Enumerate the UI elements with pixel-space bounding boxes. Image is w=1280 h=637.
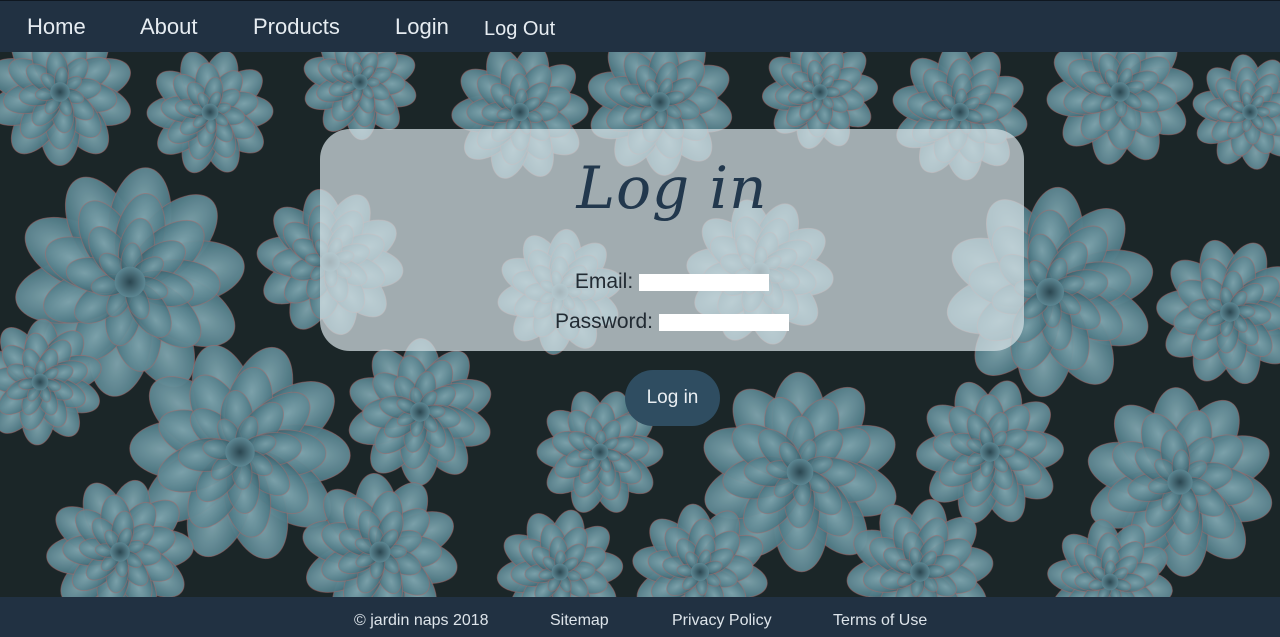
login-card: Log in Email: Password: [320,129,1024,351]
nav-about-link[interactable]: About [140,14,198,40]
footer-privacy-link[interactable]: Privacy Policy [672,611,772,631]
nav-products-link[interactable]: Products [253,14,340,40]
footer-terms-link[interactable]: Terms of Use [833,611,927,631]
password-field[interactable] [659,313,790,331]
login-submit-button[interactable]: Log in [625,370,720,426]
nav-login-link[interactable]: Login [395,14,449,40]
footer: © jardin naps 2018 Sitemap Privacy Polic… [0,597,1280,637]
nav-logout-link[interactable]: Log Out [484,16,555,42]
password-row: Password: [320,309,1024,335]
footer-sitemap-link[interactable]: Sitemap [550,611,609,631]
email-row: Email: [320,269,1024,295]
email-label: Email: [574,270,634,294]
footer-copyright: © jardin naps 2018 [354,612,489,629]
password-label: Password: [554,310,654,334]
email-field[interactable] [639,273,770,291]
login-title: Log in [576,154,768,222]
nav-home-link[interactable]: Home [27,14,86,40]
top-nav: Home About Products Login Log Out [0,0,1280,52]
